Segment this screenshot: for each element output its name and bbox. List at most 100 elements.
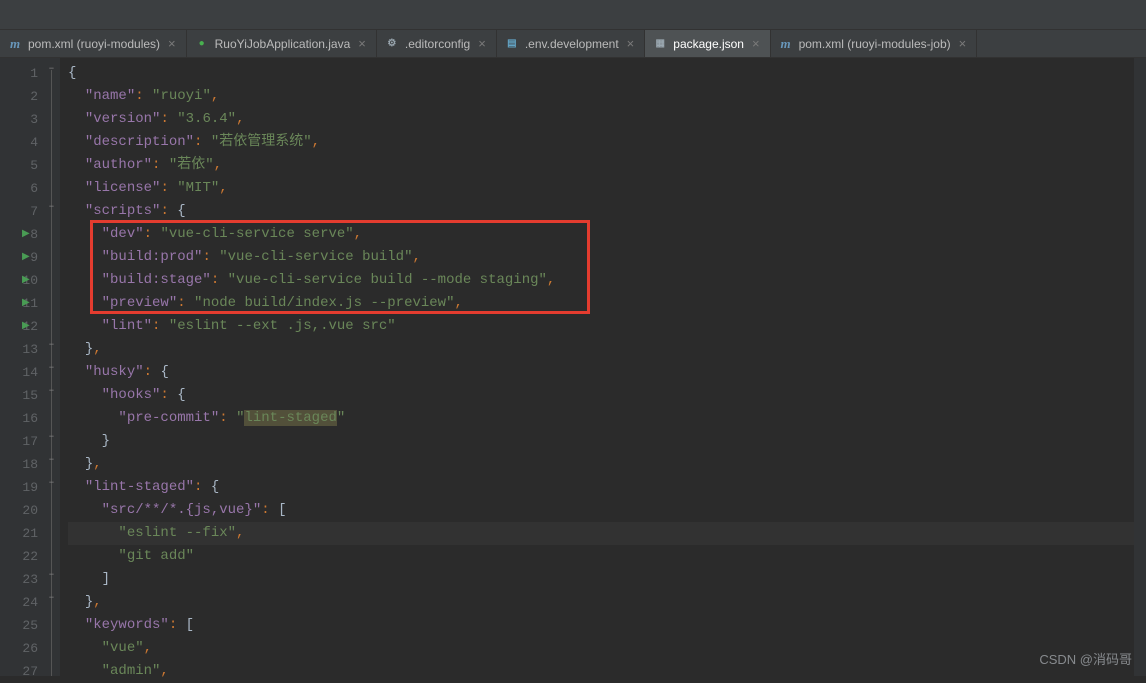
line-number: 25 <box>0 614 38 637</box>
fold-icon[interactable]: − <box>46 570 57 581</box>
code-line[interactable]: "license": "MIT", <box>68 177 1134 200</box>
run-gutter-icon[interactable]: ▶ <box>22 292 30 315</box>
code-line[interactable]: { <box>68 62 1134 85</box>
line-number: 10 <box>0 269 38 292</box>
line-number: 24 <box>0 591 38 614</box>
tab-label: pom.xml (ruoyi-modules-job) <box>799 37 951 51</box>
editor-tabs: m pom.xml (ruoyi-modules) × ● RuoYiJobApplic… <box>0 30 1146 58</box>
fold-column: − − − − − − − − − − <box>44 58 60 676</box>
line-number: 18 <box>0 453 38 476</box>
line-number: 17 <box>0 430 38 453</box>
line-number: 6 <box>0 177 38 200</box>
fold-icon[interactable]: − <box>46 455 57 466</box>
run-gutter-icon[interactable]: ▶ <box>22 246 30 269</box>
tab-label: RuoYiJobApplication.java <box>215 37 351 51</box>
line-number: 12 <box>0 315 38 338</box>
tab-ruoyijobapplication-java[interactable]: ● RuoYiJobApplication.java × <box>187 30 377 57</box>
tab-label: .editorconfig <box>405 37 470 51</box>
tab-pom-xml-ruoyi-modules-job-[interactable]: mpom.xml (ruoyi-modules-job)× <box>771 30 978 57</box>
run-gutter-icon[interactable]: ▶ <box>22 223 30 246</box>
line-number: 26 <box>0 637 38 660</box>
line-number: 23 <box>0 568 38 591</box>
code-line[interactable]: "admin", <box>68 660 1134 683</box>
close-icon[interactable]: × <box>957 36 969 51</box>
close-icon[interactable]: × <box>750 36 762 51</box>
tab-label: pom.xml (ruoyi-modules) <box>28 37 160 51</box>
line-number: 22 <box>0 545 38 568</box>
close-icon[interactable]: × <box>625 36 637 51</box>
env-file-icon: ▤ <box>505 37 519 51</box>
json-file-icon: ▦ <box>653 37 667 51</box>
fold-icon[interactable]: − <box>46 386 57 397</box>
fold-icon[interactable]: − <box>46 202 57 213</box>
tab--editorconfig[interactable]: ⚙ .editorconfig × <box>377 30 497 57</box>
code-line[interactable]: "eslint --fix", <box>68 522 1134 545</box>
line-number: 8 <box>0 223 38 246</box>
line-number: 5 <box>0 154 38 177</box>
close-icon[interactable]: × <box>356 36 368 51</box>
code-line[interactable]: }, <box>68 591 1134 614</box>
fold-icon[interactable]: − <box>46 432 57 443</box>
code-line[interactable]: "lint-staged": { <box>68 476 1134 499</box>
code-line[interactable]: "preview": "node build/index.js --previe… <box>68 292 1134 315</box>
fold-icon[interactable]: − <box>46 363 57 374</box>
error-stripe <box>1134 58 1146 676</box>
line-number: 13 <box>0 338 38 361</box>
fold-icon[interactable]: − <box>46 340 57 351</box>
m-file-icon: m <box>8 37 22 51</box>
code-line[interactable]: "version": "3.6.4", <box>68 108 1134 131</box>
code-line[interactable]: "dev": "vue-cli-service serve", <box>68 223 1134 246</box>
fold-icon[interactable]: − <box>46 64 57 75</box>
run-gutter-icon[interactable]: ▶ <box>22 315 30 338</box>
fold-icon[interactable]: − <box>46 593 57 604</box>
code-line[interactable]: "description": "若依管理系统", <box>68 131 1134 154</box>
code-line[interactable]: "git add" <box>68 545 1134 568</box>
editor-area: ▶▶▶▶▶ 1234567891011121314151617181920212… <box>0 58 1146 676</box>
close-icon[interactable]: × <box>476 36 488 51</box>
code-area[interactable]: { "name": "ruoyi", "version": "3.6.4", "… <box>60 58 1134 676</box>
code-line[interactable]: } <box>68 430 1134 453</box>
line-number: 3 <box>0 108 38 131</box>
line-number: 21 <box>0 522 38 545</box>
code-line[interactable]: "build:stage": "vue-cli-service build --… <box>68 269 1134 292</box>
line-number: 9 <box>0 246 38 269</box>
line-number: 15 <box>0 384 38 407</box>
line-number: 14 <box>0 361 38 384</box>
main-toolbar <box>0 0 1146 30</box>
cfg-file-icon: ⚙ <box>385 37 399 51</box>
code-line[interactable]: "scripts": { <box>68 200 1134 223</box>
code-line[interactable]: "husky": { <box>68 361 1134 384</box>
tab-pom-xml-ruoyi-modules-[interactable]: m pom.xml (ruoyi-modules) × <box>0 30 187 57</box>
code-line[interactable]: ] <box>68 568 1134 591</box>
code-line[interactable]: }, <box>68 453 1134 476</box>
code-line[interactable]: "keywords": [ <box>68 614 1134 637</box>
code-line[interactable]: "src/**/*.{js,vue}": [ <box>68 499 1134 522</box>
code-line[interactable]: "pre-commit": "lint-staged" <box>68 407 1134 430</box>
code-line[interactable]: "lint": "eslint --ext .js,.vue src" <box>68 315 1134 338</box>
line-number: 1 <box>0 62 38 85</box>
watermark: CSDN @消码哥 <box>1039 649 1132 668</box>
code-line[interactable]: "vue", <box>68 637 1134 660</box>
tab--env-development[interactable]: ▤ .env.development × <box>497 30 645 57</box>
run-gutter-icon[interactable]: ▶ <box>22 269 30 292</box>
code-line[interactable]: "author": "若依", <box>68 154 1134 177</box>
code-line[interactable]: "hooks": { <box>68 384 1134 407</box>
line-number-gutter: ▶▶▶▶▶ 1234567891011121314151617181920212… <box>0 58 44 676</box>
line-number: 27 <box>0 660 38 683</box>
line-number: 19 <box>0 476 38 499</box>
line-number: 11 <box>0 292 38 315</box>
line-number: 20 <box>0 499 38 522</box>
tab-label: package.json <box>673 37 744 51</box>
fold-icon[interactable]: − <box>46 478 57 489</box>
tab-package-json[interactable]: ▦ package.json × <box>645 30 770 57</box>
line-number: 16 <box>0 407 38 430</box>
line-number: 7 <box>0 200 38 223</box>
code-line[interactable]: }, <box>68 338 1134 361</box>
tab-label: .env.development <box>525 37 619 51</box>
line-number: 2 <box>0 85 38 108</box>
code-line[interactable]: "build:prod": "vue-cli-service build", <box>68 246 1134 269</box>
line-number: 4 <box>0 131 38 154</box>
java-file-icon: ● <box>195 37 209 51</box>
code-line[interactable]: "name": "ruoyi", <box>68 85 1134 108</box>
close-icon[interactable]: × <box>166 36 178 51</box>
